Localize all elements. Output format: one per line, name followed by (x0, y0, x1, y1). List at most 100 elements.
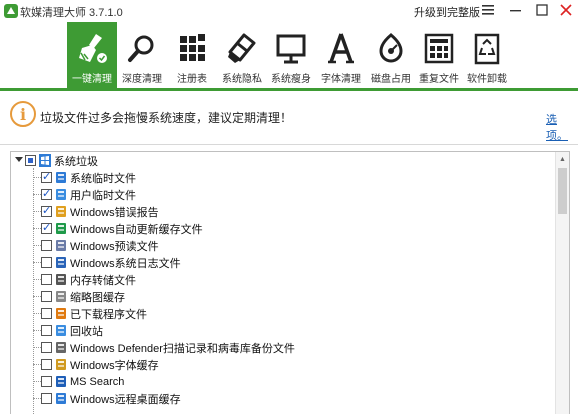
recycle-bin-icon (474, 33, 500, 65)
tree-item-label: Windows预读文件 (70, 240, 159, 253)
tree-item-label: 已下载程序文件 (70, 308, 147, 321)
tree-item-label: Windows系统日志文件 (70, 257, 181, 270)
item-checkbox[interactable] (41, 325, 52, 336)
tree-guide-connector (33, 398, 41, 399)
warning-icon (56, 206, 66, 217)
options-link[interactable]: 选项。 (546, 111, 578, 143)
tree-guide-connector (33, 245, 41, 246)
item-checkbox[interactable] (41, 308, 52, 319)
scroll-thumb[interactable] (558, 168, 567, 214)
tool-label: 一键清理 (72, 74, 112, 85)
notice-bar: i 垃圾文件过多会拖慢系统速度，建议定期清理！ 选项。 (0, 91, 578, 145)
exclamation-circle-icon: i (10, 101, 36, 127)
item-checkbox[interactable] (41, 291, 52, 302)
thumbnail-icon (56, 291, 66, 302)
tree-item-label: 缩略图缓存 (70, 291, 125, 304)
tree-guide-connector (33, 381, 41, 382)
windows-temp-icon (56, 172, 66, 183)
tree-guide-line (33, 168, 34, 414)
font-cache-icon (56, 359, 66, 370)
upgrade-link[interactable]: 升级到完整版 (414, 4, 480, 20)
tree-item[interactable]: Windows预读文件 (41, 237, 159, 254)
tree-item-label: 用户临时文件 (70, 189, 136, 202)
item-checkbox[interactable] (41, 376, 52, 387)
minimize-icon[interactable] (502, 0, 530, 20)
tree-root-label: 系统垃圾 (54, 155, 98, 168)
tool-label: 字体清理 (321, 74, 361, 85)
item-checkbox[interactable] (41, 274, 52, 285)
tree-item-label: 内存转储文件 (70, 274, 136, 287)
monitor-icon (276, 34, 306, 64)
tree-item[interactable]: Windows远程桌面缓存 (41, 390, 181, 407)
tool-label: 系统瘦身 (271, 74, 311, 85)
item-checkbox[interactable] (41, 187, 52, 200)
tree-guide-connector (33, 330, 41, 331)
tree-item[interactable]: Windows系统日志文件 (41, 254, 181, 271)
tool-deep-clean[interactable]: 深度清理 (117, 22, 167, 88)
notice-text: 垃圾文件过多会拖慢系统速度，建议定期清理！ (40, 111, 293, 125)
tree-item[interactable]: Windows自动更新缓存文件 (41, 220, 203, 237)
magnifier-icon (128, 35, 154, 62)
tool-font-clean[interactable]: 字体清理 (316, 22, 366, 88)
broom-icon (79, 34, 107, 63)
tree-guide-connector (33, 177, 41, 178)
tool-registry[interactable]: 注册表 (167, 22, 217, 88)
tree-item[interactable]: 用户临时文件 (41, 186, 136, 203)
tree-guide-connector (33, 194, 41, 195)
tree-guide-connector (33, 262, 41, 263)
tool-privacy[interactable]: 系统隐私 (217, 22, 267, 88)
collapse-arrow-icon[interactable] (15, 157, 23, 162)
tree-item-label: Windows错误报告 (70, 206, 159, 219)
item-checkbox[interactable] (41, 221, 52, 234)
disk-usage-icon (379, 33, 403, 63)
tree-item-label: 系统临时文件 (70, 172, 136, 185)
tool-label: 磁盘占用 (371, 74, 411, 85)
eraser-icon (228, 33, 256, 63)
tree-item[interactable]: 回收站 (41, 322, 103, 339)
update-globe-icon (56, 223, 66, 234)
tool-label: 深度清理 (122, 74, 162, 85)
tool-duplicate-files[interactable]: 重复文件 (414, 22, 464, 88)
app-logo-icon (4, 4, 18, 18)
main-toolbar: 一键清理 深度清理 注册表 系统隐私 系统瘦身 字体清理 磁盘占用 重复文件 软… (0, 22, 578, 88)
tree-item[interactable]: 已下载程序文件 (41, 305, 147, 322)
item-checkbox[interactable] (41, 257, 52, 268)
tree-item[interactable]: Windows错误报告 (41, 203, 159, 220)
tool-uninstall[interactable]: 软件卸载 (462, 22, 512, 88)
tree-root[interactable]: 系统垃圾 (11, 152, 98, 169)
tool-slim[interactable]: 系统瘦身 (266, 22, 316, 88)
tree-item-label: MS Search (70, 375, 125, 388)
tool-label: 重复文件 (419, 74, 459, 85)
tree-item[interactable]: 内存转储文件 (41, 271, 136, 288)
item-checkbox[interactable] (41, 393, 52, 404)
close-icon[interactable] (552, 0, 578, 20)
tree-item-label: Windows自动更新缓存文件 (70, 223, 203, 236)
item-checkbox[interactable] (41, 359, 52, 370)
tree-item-label: Windows字体缓存 (70, 359, 159, 372)
defender-icon (56, 342, 66, 353)
scroll-up-arrow-icon[interactable]: ▲ (556, 152, 569, 166)
menu-icon[interactable] (474, 0, 502, 20)
windows-icon (39, 154, 51, 167)
tool-one-click-clean[interactable]: 一键清理 (67, 22, 117, 88)
root-checkbox[interactable] (25, 155, 36, 166)
tool-label: 软件卸载 (467, 74, 507, 85)
item-checkbox[interactable] (41, 240, 52, 251)
item-checkbox[interactable] (41, 342, 52, 353)
tree-item[interactable]: 缩略图缓存 (41, 288, 125, 305)
tree-guide-connector (33, 347, 41, 348)
tool-disk-usage[interactable]: 磁盘占用 (366, 22, 416, 88)
tree-item[interactable]: Windows Defender扫描记录和病毒库备份文件 (41, 339, 295, 356)
item-checkbox[interactable] (41, 170, 52, 183)
tree-item[interactable]: 系统临时文件 (41, 169, 136, 186)
recycle-icon (56, 325, 66, 336)
tree-item[interactable]: MS Search (41, 373, 124, 390)
tree-guide-connector (33, 313, 41, 314)
memory-dump-icon (56, 274, 66, 285)
vertical-scrollbar[interactable]: ▲ (555, 152, 569, 414)
cleanup-tree[interactable]: 系统垃圾 系统临时文件用户临时文件 Windows错误报告 Windows自动更新缓… (10, 151, 570, 414)
tree-item[interactable]: Windows字体缓存 (41, 356, 159, 373)
search-icon (56, 376, 66, 387)
log-file-icon (56, 257, 66, 268)
item-checkbox[interactable] (41, 204, 52, 217)
